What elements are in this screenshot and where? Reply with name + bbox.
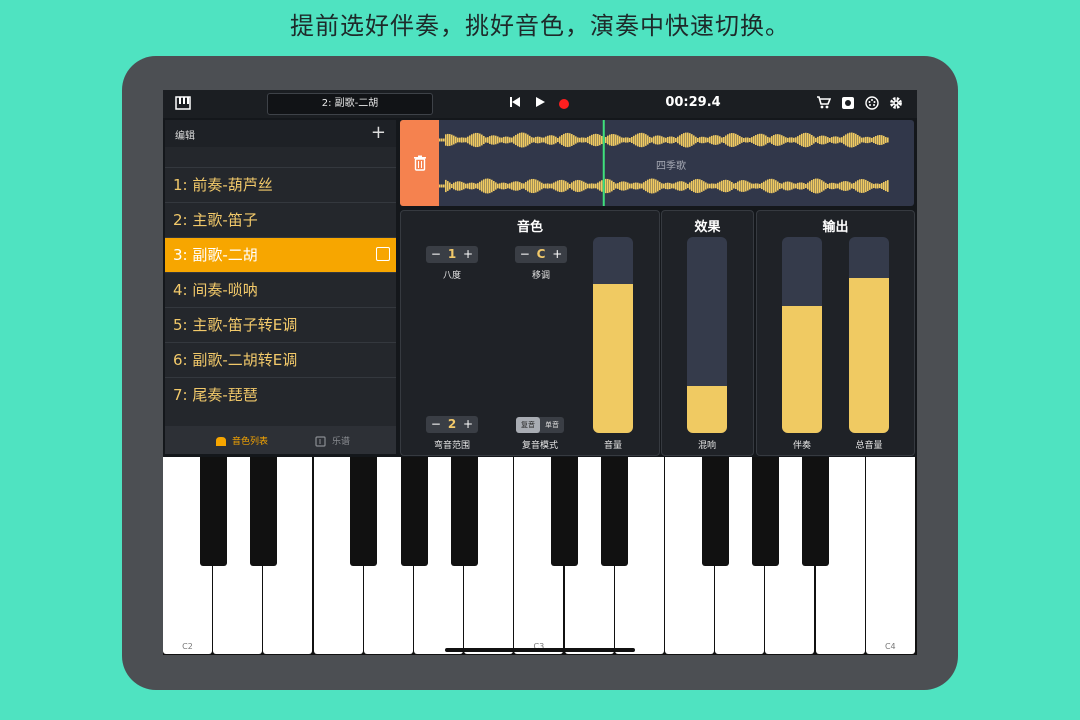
accompaniment-label: 伴奏: [792, 441, 811, 451]
plus-button[interactable]: +: [552, 247, 562, 261]
list-header: 编辑 +: [165, 120, 396, 147]
reverb-slider[interactable]: [687, 237, 727, 433]
transpose-value: C: [536, 247, 546, 261]
add-button[interactable]: +: [371, 122, 386, 143]
timbre-list-panel: 编辑 + 1: 前奏-葫芦丝 2: 主歌-笛子 3: 副歌-二胡 4: 间奏-唢呐 5:…: [165, 120, 396, 454]
transpose-label: 移调: [531, 271, 550, 281]
black-key[interactable]: [751, 457, 779, 566]
black-key[interactable]: [249, 457, 277, 566]
tab-timbre-list[interactable]: 音色列表: [215, 434, 268, 447]
bend-range-stepper[interactable]: − 2 +: [426, 416, 478, 433]
reverb-fill: [687, 385, 727, 433]
master-volume-slider[interactable]: [849, 237, 889, 433]
piano-icon: [215, 436, 227, 447]
skip-back-icon[interactable]: [507, 96, 523, 112]
record-icon[interactable]: [559, 99, 569, 109]
effects-panel: 效果 混响: [661, 210, 754, 456]
key-label: C2: [182, 642, 193, 651]
list-item-label: 2: 主歌-笛子: [173, 211, 258, 229]
song-name: 四季歌: [656, 161, 686, 172]
poly-mode-toggle[interactable]: 复音 单音: [516, 417, 564, 433]
gear-icon[interactable]: [888, 96, 904, 112]
play-icon[interactable]: [532, 96, 548, 112]
list-item[interactable]: 4: 间奏-唢呐: [165, 272, 396, 307]
preset-selector[interactable]: 2: 副歌-二胡: [267, 93, 433, 115]
plus-button[interactable]: +: [463, 247, 473, 261]
trash-icon: [413, 155, 426, 171]
plus-button[interactable]: +: [463, 417, 473, 431]
timbre-title: 音色: [516, 220, 543, 235]
bend-value: 2: [447, 417, 457, 431]
black-key[interactable]: [701, 457, 729, 566]
tab-label: 乐谱: [332, 437, 351, 447]
waveform-panel[interactable]: 四季歌: [400, 120, 914, 206]
timbre-list: 1: 前奏-葫芦丝 2: 主歌-笛子 3: 副歌-二胡 4: 间奏-唢呐 5: 主歌-笛…: [165, 167, 396, 412]
list-item[interactable]: 5: 主歌-笛子转E调: [165, 307, 396, 342]
app-screen: 2: 副歌-二胡 00:29.4 编辑 + 1: 前奏-葫芦丝 2: 主歌-笛子 3…: [163, 90, 917, 655]
list-item-label: 5: 主歌-笛子转E调: [173, 316, 298, 334]
playhead[interactable]: [602, 120, 605, 206]
black-key[interactable]: [601, 457, 629, 566]
list-item[interactable]: 6: 副歌-二胡转E调: [165, 342, 396, 377]
waveform-channel: [439, 132, 889, 148]
output-panel: 输出 伴奏 总音量: [756, 210, 915, 456]
accompaniment-fill: [782, 305, 822, 433]
piano-icon[interactable]: [175, 96, 191, 112]
time-display: 00:29.4: [665, 95, 721, 110]
tab-label: 音色列表: [232, 437, 269, 447]
key-label: C4: [884, 642, 896, 651]
list-footer: 音色列表 乐谱: [165, 426, 396, 454]
volume-slider[interactable]: [593, 237, 633, 433]
list-item[interactable]: 2: 主歌-笛子: [165, 202, 396, 237]
octave-stepper[interactable]: − 1 +: [426, 246, 478, 263]
master-volume-label: 总音量: [855, 441, 883, 451]
transpose-stepper[interactable]: − C +: [515, 246, 567, 263]
list-item-label: 4: 间奏-唢呐: [173, 281, 258, 299]
list-item-label: 3: 副歌-二胡: [173, 246, 258, 264]
octave-label: 八度: [442, 271, 461, 281]
list-item[interactable]: 3: 副歌-二胡: [165, 237, 396, 272]
master-volume-fill: [849, 278, 889, 433]
screen-icon[interactable]: [840, 96, 856, 112]
score-icon: [315, 436, 327, 447]
reverb-label: 混响: [697, 441, 716, 451]
white-key[interactable]: C4: [865, 457, 915, 654]
black-key[interactable]: [802, 457, 830, 566]
black-key[interactable]: [400, 457, 428, 566]
output-title: 输出: [822, 220, 849, 235]
waveform-channel: [439, 178, 889, 194]
volume-label: 音量: [603, 441, 622, 451]
black-key[interactable]: [551, 457, 579, 566]
volume-fill: [593, 284, 633, 433]
list-item-label: 1: 前奏-葫芦丝: [173, 176, 273, 194]
midi-icon[interactable]: [864, 96, 880, 112]
timbre-panel: 音色 − 1 + 八度 − C + 移调 − 2 + 弯音范围 复音 单音 复音模…: [400, 210, 660, 456]
minus-button[interactable]: −: [520, 247, 530, 261]
tab-score[interactable]: 乐谱: [315, 434, 350, 447]
list-item-label: 6: 副歌-二胡转E调: [173, 351, 298, 369]
mono-option[interactable]: 单音: [540, 417, 564, 433]
piano-keyboard[interactable]: C2 C3 C4: [163, 457, 917, 655]
edit-button[interactable]: 编辑: [175, 127, 195, 142]
black-key[interactable]: [450, 457, 478, 566]
cart-icon[interactable]: [815, 96, 831, 112]
minus-button[interactable]: −: [431, 417, 441, 431]
black-key[interactable]: [350, 457, 378, 566]
home-indicator: [445, 648, 635, 652]
list-item[interactable]: 1: 前奏-葫芦丝: [165, 167, 396, 202]
edit-icon[interactable]: [376, 247, 390, 261]
list-item[interactable]: 7: 尾奏-琵琶: [165, 377, 396, 412]
caption: 提前选好伴奏，挑好音色，演奏中快速切换。: [290, 12, 790, 40]
list-item-label: 7: 尾奏-琵琶: [173, 386, 258, 404]
octave-value: 1: [447, 247, 457, 261]
trash-button[interactable]: [400, 120, 439, 206]
poly-option[interactable]: 复音: [516, 417, 540, 433]
accompaniment-slider[interactable]: [782, 237, 822, 433]
top-bar: 2: 副歌-二胡 00:29.4: [163, 90, 917, 118]
effects-title: 效果: [694, 220, 721, 235]
minus-button[interactable]: −: [431, 247, 441, 261]
poly-mode-label: 复音模式: [521, 441, 558, 451]
black-key[interactable]: [199, 457, 227, 566]
bend-range-label: 弯音范围: [433, 441, 470, 451]
